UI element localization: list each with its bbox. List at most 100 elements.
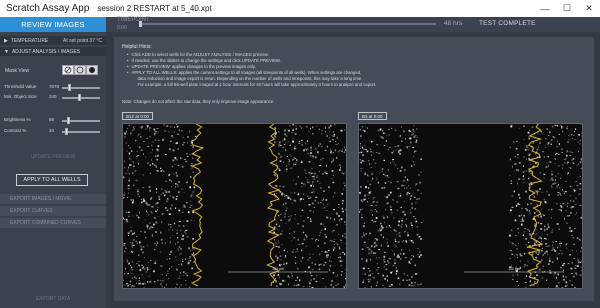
cell-speck	[509, 158, 511, 161]
cell-speck	[187, 142, 188, 144]
cell-speck	[536, 211, 538, 212]
cell-speck	[579, 139, 581, 141]
cell-speck	[384, 196, 386, 198]
cell-speck	[340, 264, 342, 267]
cell-speck	[140, 231, 142, 232]
temperature-header[interactable]: ▶ TEMPERATURE At set point 37 °C	[0, 36, 106, 45]
cell-speck	[172, 235, 174, 236]
cell-speck	[274, 174, 276, 176]
cell-speck	[274, 135, 276, 137]
cell-speck	[191, 267, 193, 270]
cell-speck	[146, 267, 149, 269]
cell-speck	[166, 125, 169, 127]
export-combined-curves-button[interactable]: EXPORT COMBINED CURVES	[0, 217, 106, 228]
cell-speck	[126, 130, 127, 133]
cell-speck	[298, 192, 300, 194]
brightness-thumb[interactable]	[67, 117, 71, 124]
apply-to-all-wells-button[interactable]: APPLY TO ALL WELLS	[16, 174, 88, 186]
maximize-button[interactable]: ☐	[556, 0, 578, 17]
export-images-button[interactable]: EXPORT IMAGES / MOVIE	[0, 193, 106, 204]
cell-speck	[188, 263, 190, 265]
cell-speck	[292, 124, 295, 126]
mask-outline-button[interactable]	[74, 65, 86, 75]
cell-speck	[394, 240, 397, 242]
cell-speck	[146, 244, 149, 246]
cell-speck	[335, 285, 337, 286]
cell-speck	[318, 245, 320, 246]
cell-speck	[305, 172, 307, 174]
export-curves-button[interactable]: EXPORT CURVES	[0, 205, 106, 216]
cell-speck	[567, 161, 569, 163]
cell-speck	[124, 132, 126, 135]
cell-speck	[525, 238, 527, 240]
threshold-thumb[interactable]	[67, 84, 71, 91]
cell-speck	[558, 252, 560, 254]
cell-speck	[190, 194, 193, 196]
cell-speck	[344, 253, 346, 256]
cell-speck	[367, 198, 369, 199]
cell-speck	[376, 284, 378, 287]
cell-speck	[333, 133, 335, 136]
cell-speck	[325, 210, 328, 211]
contrast-thumb[interactable]	[64, 128, 68, 135]
cell-speck	[309, 253, 310, 255]
mask-none-button[interactable]	[62, 65, 74, 75]
timepoint-slider-thumb[interactable]	[139, 21, 142, 27]
cell-speck	[140, 245, 142, 247]
cell-speck	[370, 258, 372, 261]
cell-speck	[402, 185, 405, 187]
cell-speck	[309, 285, 311, 287]
export-data-button[interactable]: EXPORT DATA	[0, 290, 106, 308]
cell-speck	[156, 191, 157, 194]
minimize-button[interactable]: —	[534, 0, 556, 17]
cell-speck	[169, 148, 171, 151]
cell-speck	[536, 204, 538, 206]
cell-speck	[548, 135, 550, 137]
cell-speck	[320, 159, 322, 161]
cell-speck	[160, 251, 162, 253]
cell-speck	[535, 252, 537, 254]
cell-speck	[138, 264, 140, 267]
cell-speck	[189, 144, 192, 146]
cell-speck	[144, 231, 146, 233]
cell-speck	[415, 141, 418, 143]
close-button[interactable]: ✕	[578, 0, 600, 17]
cell-speck	[523, 252, 526, 255]
review-images-button[interactable]: REVIEW IMAGES	[0, 17, 106, 32]
cell-speck	[154, 281, 156, 283]
cell-speck	[569, 254, 571, 256]
cell-speck	[575, 128, 577, 130]
cell-speck	[554, 124, 557, 126]
cell-speck	[579, 205, 582, 206]
well-image-b12[interactable]: 100 µm	[122, 123, 347, 289]
cell-speck	[370, 250, 372, 253]
timepoint-end-label: 48 hrs	[444, 20, 463, 27]
cell-speck	[543, 173, 546, 176]
cell-speck	[382, 274, 384, 277]
cell-speck	[314, 156, 316, 158]
cell-speck	[138, 282, 140, 285]
cell-speck	[128, 179, 130, 182]
cell-speck	[542, 265, 544, 267]
well-image-b3[interactable]: 100 µm	[358, 123, 583, 289]
cell-speck	[156, 149, 159, 152]
cell-speck	[187, 136, 189, 138]
cell-speck	[525, 275, 527, 277]
update-preview-button[interactable]: UPDATE PREVIEW	[0, 154, 106, 160]
cell-speck	[318, 264, 321, 266]
cell-speck	[371, 245, 373, 247]
cell-speck	[137, 135, 139, 137]
cell-speck	[293, 249, 295, 251]
cell-speck	[150, 210, 152, 213]
cell-speck	[368, 252, 370, 255]
cell-speck	[521, 214, 522, 216]
timepoint-slider-track[interactable]	[140, 23, 436, 25]
cell-speck	[376, 263, 378, 265]
min-object-thumb[interactable]	[78, 94, 82, 101]
cell-speck	[537, 253, 539, 256]
cell-speck	[552, 261, 554, 263]
cell-speck	[380, 234, 382, 236]
mask-filled-button[interactable]	[86, 65, 98, 75]
adjust-header[interactable]: ▼ ADJUST ANALYSIS / IMAGES	[0, 47, 106, 56]
cell-speck	[391, 127, 393, 129]
